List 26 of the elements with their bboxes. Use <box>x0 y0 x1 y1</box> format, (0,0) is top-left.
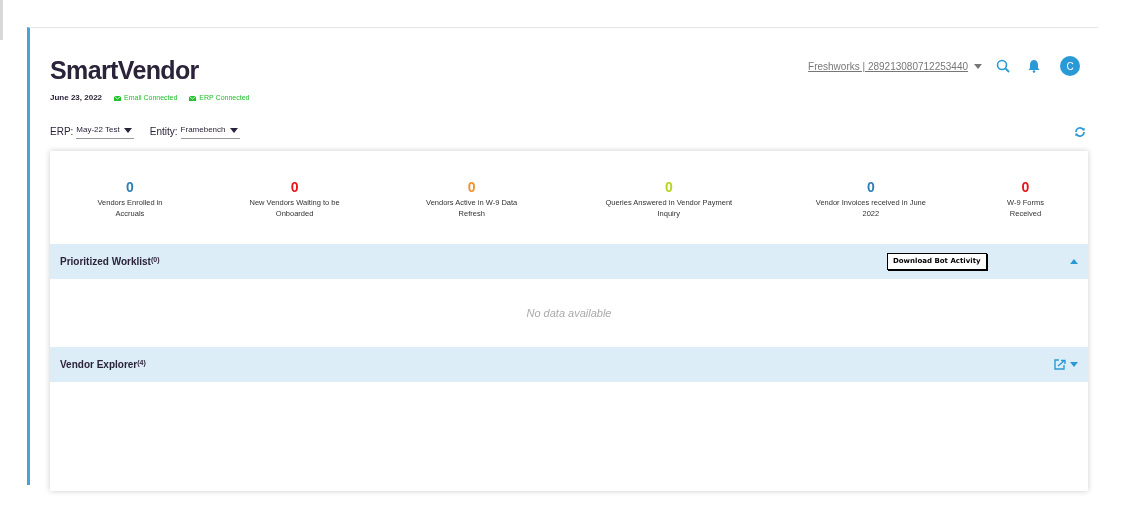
bell-icon[interactable] <box>1028 59 1040 73</box>
caret-icon <box>974 63 982 69</box>
section-title: Vendor Explorer$^{(4)}$ <box>60 357 146 372</box>
search-icon[interactable] <box>996 59 1010 73</box>
stat-value: 0 <box>467 179 476 195</box>
account-dropdown[interactable]: Freshworks | 289213080712253440 <box>808 58 982 74</box>
caret-icon <box>229 127 238 133</box>
empty-message: No data available <box>526 305 612 321</box>
stat-value: 0 <box>866 179 875 195</box>
section-title: Prioritized Worklist$^{(0)}$ <box>60 254 160 269</box>
app-title: SmartVendor <box>50 56 200 84</box>
stat-value: 0 <box>126 179 134 195</box>
stat-value: 0 <box>1021 179 1030 195</box>
stat-value: 0 <box>664 179 673 195</box>
filter-label: Entity: <box>149 125 178 139</box>
caret-icon <box>123 127 132 133</box>
filter-dropdown[interactable]: May-22 Test <box>76 124 134 139</box>
envelope-icon <box>114 95 122 101</box>
caret-icon <box>1070 362 1078 367</box>
refresh-icon[interactable] <box>1074 125 1086 138</box>
filter-dropdown[interactable]: Framebench <box>180 124 240 139</box>
stat-value: 0 <box>290 179 299 195</box>
export-icon[interactable] <box>1054 359 1066 370</box>
envelope-icon <box>189 95 197 101</box>
filter-label: ERP: <box>50 125 74 139</box>
date-label: June 23, 2022 <box>50 92 103 104</box>
